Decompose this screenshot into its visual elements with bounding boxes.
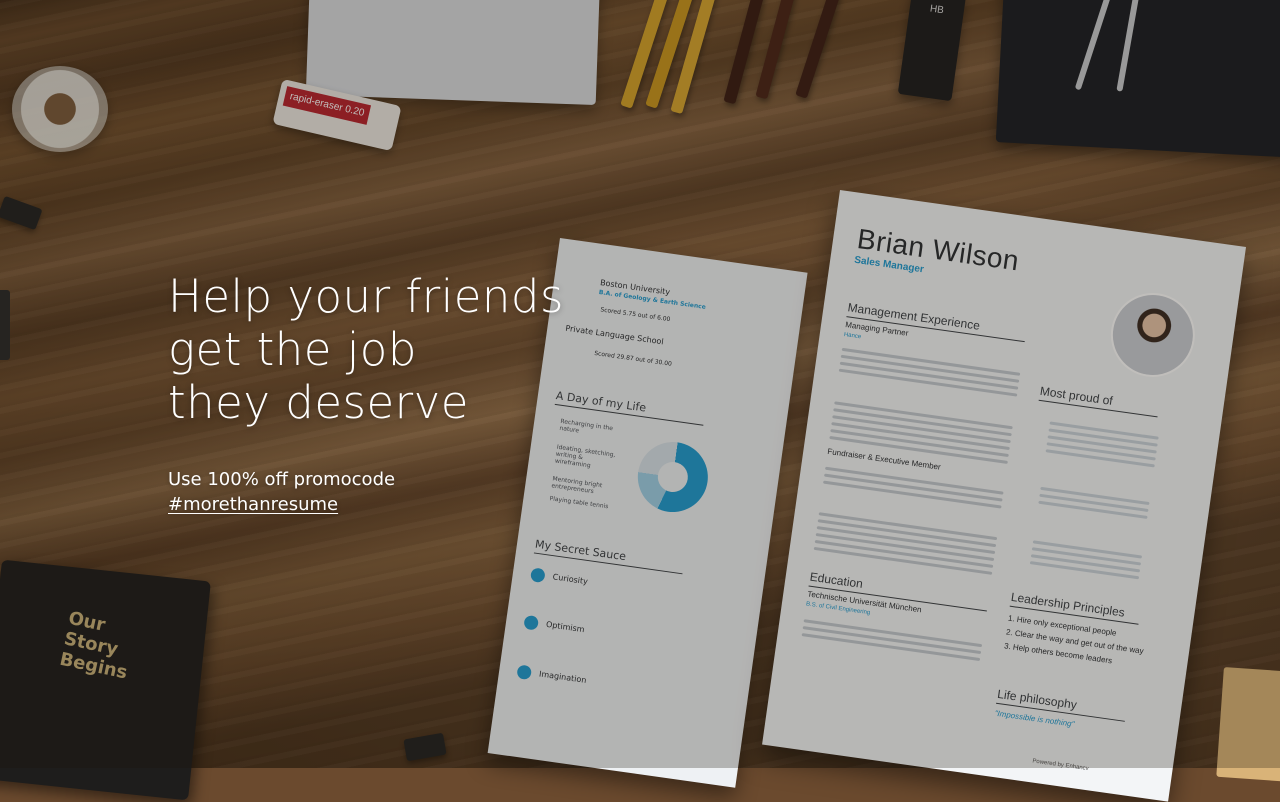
promo-text: Use 100% off promocode — [168, 469, 396, 490]
hero-headline: Help your friends get the job they deser… — [168, 270, 628, 429]
headline-line: they deserve — [168, 376, 469, 429]
promo-code-link[interactable]: #morethanresume — [168, 494, 338, 515]
headline-line: get the job — [168, 323, 417, 376]
headline-line: Help your friends — [168, 270, 564, 323]
